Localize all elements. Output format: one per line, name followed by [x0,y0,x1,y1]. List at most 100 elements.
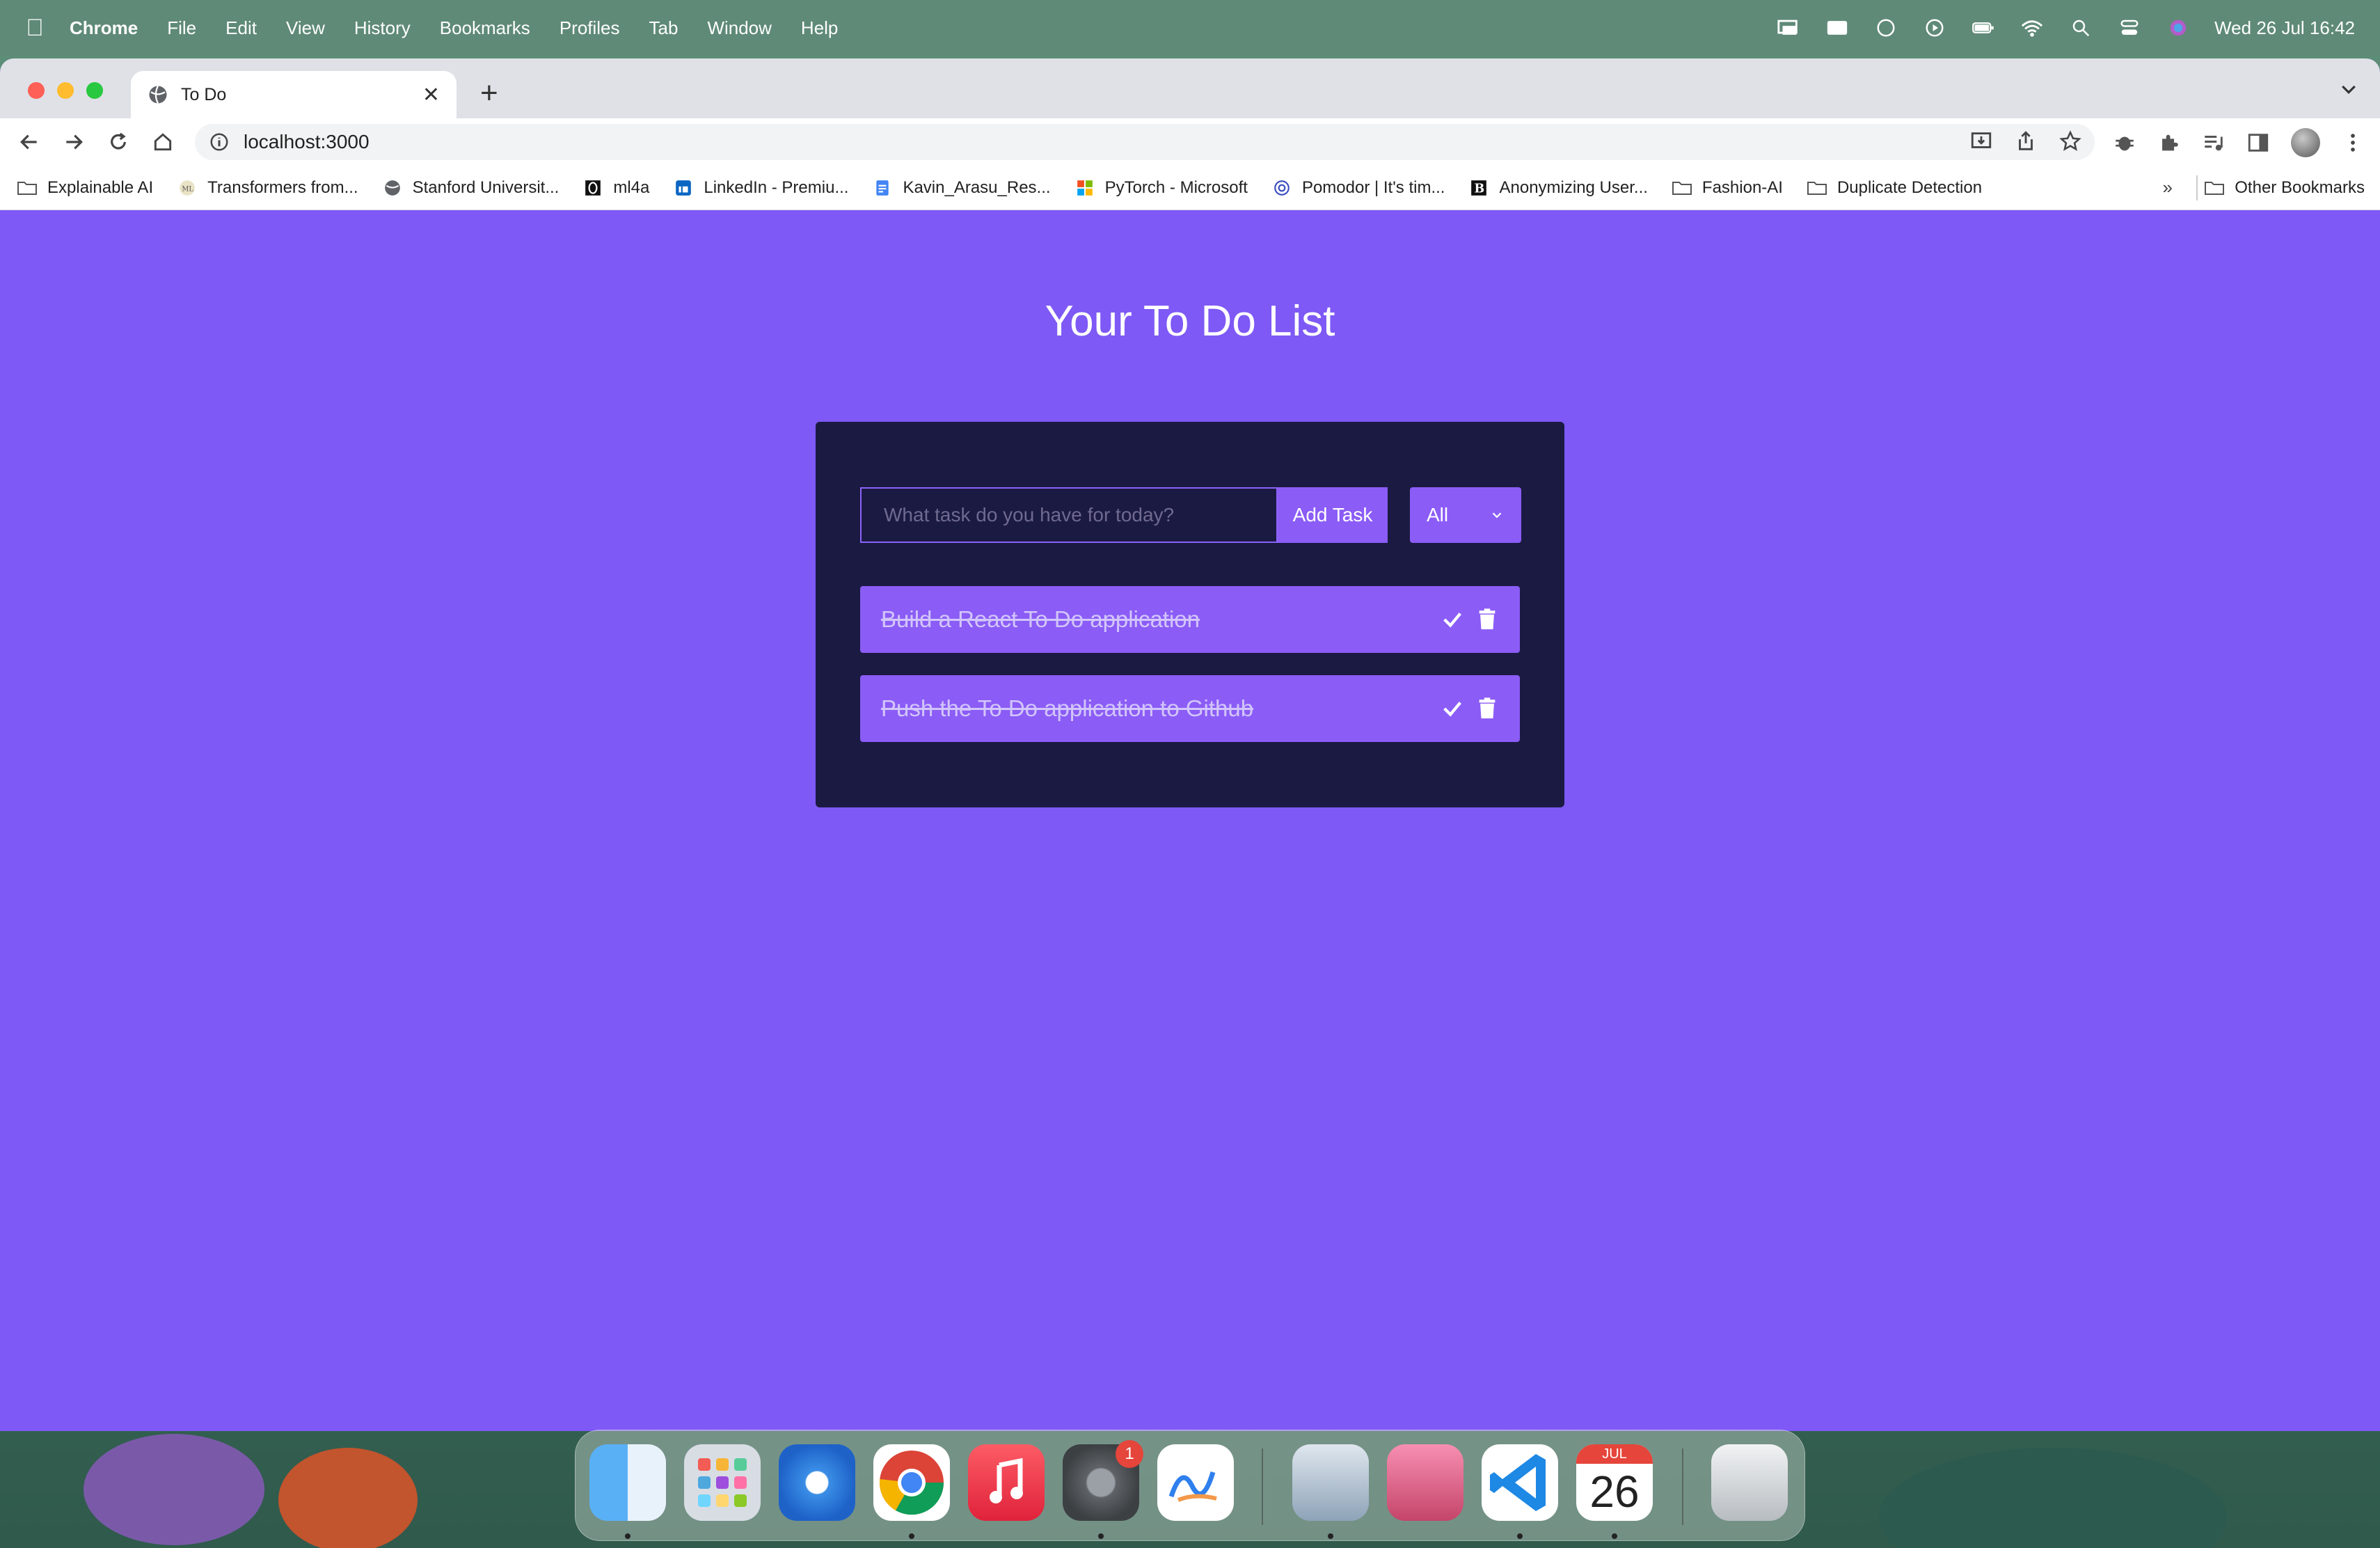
add-task-button[interactable]: Add Task [1278,487,1388,543]
folder-icon [2205,182,2225,195]
siri-icon[interactable] [2166,17,2191,38]
forward-button[interactable] [60,128,88,156]
bookmark-label: Duplicate Detection [1836,177,1983,197]
tab-todo[interactable]: To Do ✕ [131,71,457,118]
spotlight-search-icon[interactable] [2068,17,2093,38]
menu-history[interactable]: History [354,17,411,39]
filter-selected-value: All [1427,504,1449,526]
todo-card: Add Task All Build a React To Do applica… [816,422,1564,807]
trash-icon[interactable] [1475,608,1499,631]
address-bar[interactable]: localhost:3000 [195,124,2095,160]
apple-menu-icon[interactable]:  [0,15,70,42]
bookmark-explainable-ai[interactable]: Explainable AI [17,178,153,198]
ml4a-favicon-icon [585,180,601,196]
extensions-puzzle-icon[interactable] [2157,131,2181,155]
close-tab-icon[interactable]: ✕ [422,83,440,107]
cleanmymac-icon[interactable] [1387,1444,1463,1521]
other-bookmarks-folder[interactable]: Other Bookmarks [2204,166,2365,210]
todo-item: Push the To Do application to Github [860,675,1520,742]
dock-divider [1682,1448,1683,1525]
freeform-icon[interactable] [1157,1444,1234,1521]
macos-dock: 1 JUL 26 [575,1430,1805,1541]
bookmark-label: Explainable AI [47,177,154,197]
chrome-icon[interactable] [873,1444,950,1521]
side-panel-icon[interactable] [2246,131,2270,155]
url-text[interactable]: localhost:3000 [244,131,370,153]
screen-mirror-icon[interactable] [1776,17,1801,38]
bookmarks-divider [2196,175,2198,200]
reload-button[interactable] [104,128,132,156]
bookmark-star-icon[interactable] [2058,129,2082,153]
sync-icon[interactable] [1873,17,1898,38]
music-icon[interactable] [968,1444,1045,1521]
wallpaper-leaf [1879,1448,2227,1548]
back-button[interactable] [15,128,43,156]
running-indicator [1098,1533,1104,1539]
bookmark-duplicate-detection[interactable]: Duplicate Detection [1807,178,1982,198]
site-info-icon[interactable] [209,132,230,152]
menu-window[interactable]: Window [707,17,771,39]
wifi-icon[interactable] [2020,17,2045,38]
menu-tab[interactable]: Tab [649,17,679,39]
minimize-window-button[interactable] [57,82,74,99]
safari-icon[interactable] [779,1444,855,1521]
install-app-icon[interactable] [1969,129,1993,153]
task-input[interactable] [860,487,1278,543]
calendar-month: JUL [1576,1444,1653,1464]
bookmark-anonymizing[interactable]: B Anonymizing User... [1468,177,1648,198]
launchpad-icon[interactable] [684,1444,761,1521]
google-docs-icon [876,180,889,196]
check-icon[interactable] [1441,697,1464,720]
bookmark-pomodor[interactable]: Pomodor | It's tim... [1271,178,1445,198]
bookmark-resume-doc[interactable]: Kavin_Arasu_Res... [872,177,1051,198]
arrow-right-icon [66,134,83,150]
bookmark-stanford[interactable]: Stanford Universit... [382,178,559,198]
vscode-icon[interactable] [1482,1444,1558,1521]
todo-text: Push the To Do application to Github [881,695,1254,721]
profile-avatar[interactable] [2291,128,2320,157]
menu-app-name[interactable]: Chrome [70,17,138,39]
trash-bin-icon[interactable] [1711,1444,1788,1521]
trash-icon[interactable] [1475,697,1499,720]
tab-title: To Do [181,84,227,104]
home-button[interactable] [149,128,177,156]
globe-icon [384,180,400,196]
bookmark-label: Fashion-AI [1701,177,1783,197]
finder-icon[interactable] [589,1444,666,1521]
calendar-icon[interactable]: JUL 26 [1576,1444,1653,1521]
bookmark-linkedin[interactable]: LinkedIn - Premiu... [673,178,848,198]
menu-bookmarks[interactable]: Bookmarks [440,17,530,39]
close-window-button[interactable] [28,82,45,99]
bookmark-label: Kavin_Arasu_Res... [903,177,1051,197]
filter-select[interactable]: All [1410,487,1521,543]
menu-view[interactable]: View [286,17,325,39]
zoom-window-button[interactable] [86,82,103,99]
check-icon[interactable] [1441,608,1464,631]
microsoft-icon [1077,180,1093,196]
bookmark-transformers[interactable]: ML Transformers from... [177,178,358,198]
new-tab-button[interactable]: + [480,78,498,109]
bookmark-fashion-ai[interactable]: Fashion-AI [1672,178,1783,198]
tab-search-chevron-icon[interactable] [2338,79,2359,100]
menu-file[interactable]: File [167,17,196,39]
menu-bar-clock[interactable]: Wed 26 Jul 16:42 [2214,17,2355,39]
bookmark-label: Anonymizing User... [1499,177,1648,197]
bug-extension-icon[interactable] [2113,131,2136,155]
menu-profiles[interactable]: Profiles [560,17,620,39]
bookmarks-overflow-button[interactable]: » [2163,177,2173,198]
preview-icon[interactable] [1292,1444,1369,1521]
keyboard-icon[interactable] [1825,17,1850,38]
bookmark-pytorch[interactable]: PyTorch - Microsoft [1074,178,1248,198]
menu-edit[interactable]: Edit [225,17,257,39]
control-center-icon[interactable] [2117,17,2142,38]
bookmark-label: LinkedIn - Premiu... [704,177,849,197]
arrow-left-icon [20,134,37,150]
menu-help[interactable]: Help [801,17,838,39]
running-indicator [1328,1533,1333,1539]
play-icon[interactable] [1922,17,1947,38]
battery-icon[interactable] [1971,17,1996,38]
media-queue-icon[interactable] [2202,131,2226,155]
chrome-menu-icon[interactable] [2341,131,2365,155]
share-icon[interactable] [2014,129,2038,153]
bookmark-ml4a[interactable]: ml4a [582,178,649,198]
